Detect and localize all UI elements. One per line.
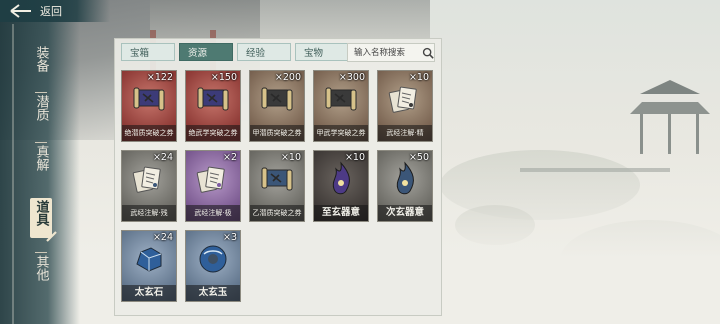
item-slot[interactable]: ×10 武经注解·精 <box>377 70 433 142</box>
item-quantity: ×24 <box>152 232 173 243</box>
item-name: 甲潜质突破之券 <box>250 125 304 141</box>
tab-experience[interactable]: 经验 <box>237 43 291 61</box>
search-icon[interactable] <box>422 46 434 60</box>
item-slot[interactable]: ×300 甲武学突破之券 <box>313 70 369 142</box>
item-slot[interactable]: ×24 武经注解·残 <box>121 150 177 222</box>
item-quantity: ×3 <box>222 232 237 243</box>
brush-icon <box>46 231 57 242</box>
category-tabs: 宝箱 资源 经验 宝物 <box>121 43 349 63</box>
item-quantity: ×2 <box>222 152 237 163</box>
item-grid: ×122 绝潜质突破之券 ×150 绝武学突破之券 ×200 甲潜质突破之券 ×300 甲武学… <box>121 70 433 302</box>
item-quantity: ×10 <box>408 72 429 83</box>
back-arrow-icon <box>10 4 31 18</box>
item-slot[interactable]: ×150 绝武学突破之券 <box>185 70 241 142</box>
item-quantity: ×10 <box>344 152 365 163</box>
item-slot[interactable]: ×122 绝潜质突破之券 <box>121 70 177 142</box>
nav-item-equipment[interactable]: 装备 <box>26 46 56 72</box>
search-input[interactable] <box>348 46 420 59</box>
back-button[interactable]: 返回 <box>0 0 110 22</box>
item-name: 乙潜质突破之券 <box>250 205 304 221</box>
item-name: 武经注解·残 <box>122 205 176 221</box>
item-name: 太玄玉 <box>186 285 240 301</box>
nav-item-label: 其他 <box>33 255 49 281</box>
tab-treasure[interactable]: 宝物 <box>295 43 349 61</box>
item-slot[interactable]: ×10 乙潜质突破之券 <box>249 150 305 222</box>
search-box <box>347 43 435 62</box>
item-name: 绝潜质突破之券 <box>122 125 176 141</box>
inventory-panel: 宝箱 资源 经验 宝物 ×122 绝潜质突破之券 ×150 绝武学突破之券 ×200 甲潜… <box>114 38 442 316</box>
item-slot[interactable]: ×10 至玄器意 <box>313 150 369 222</box>
nav-item-label: 道具 <box>33 200 49 226</box>
item-name: 武经注解·精 <box>378 125 432 141</box>
nav-item-label: 真解 <box>33 145 49 171</box>
nav-item-true-solution[interactable]: 真解 <box>26 142 56 171</box>
item-quantity: ×10 <box>280 152 301 163</box>
tab-resources[interactable]: 资源 <box>179 43 233 61</box>
temple-eave <box>150 0 430 40</box>
nav-rail <box>12 24 14 324</box>
item-quantity: ×150 <box>210 72 237 83</box>
item-quantity: ×24 <box>152 152 173 163</box>
item-quantity: ×300 <box>338 72 365 83</box>
item-name: 至玄器意 <box>314 205 368 221</box>
item-name: 绝武学突破之券 <box>186 125 240 141</box>
item-slot[interactable]: ×50 次玄器意 <box>377 150 433 222</box>
item-slot[interactable]: ×200 甲潜质突破之券 <box>249 70 305 142</box>
item-name: 次玄器意 <box>378 205 432 221</box>
item-name: 太玄石 <box>122 285 176 301</box>
nav-item-label: 潜质 <box>33 95 49 121</box>
nav-item-other[interactable]: 其他 <box>26 252 56 281</box>
item-quantity: ×50 <box>408 152 429 163</box>
nav-item-potential[interactable]: 潜质 <box>26 92 56 121</box>
nav-item-label: 装备 <box>33 46 49 72</box>
tab-chest[interactable]: 宝箱 <box>121 43 175 61</box>
item-slot[interactable]: ×2 武经注解·极 <box>185 150 241 222</box>
item-slot[interactable]: ×24 太玄石 <box>121 230 177 302</box>
back-label: 返回 <box>40 5 62 18</box>
item-slot[interactable]: ×3 太玄玉 <box>185 230 241 302</box>
item-quantity: ×122 <box>146 72 173 83</box>
item-quantity: ×200 <box>274 72 301 83</box>
item-name: 武经注解·极 <box>186 205 240 221</box>
item-name: 甲武学突破之券 <box>314 125 368 141</box>
nav-item-items[interactable]: 道具 <box>26 198 56 238</box>
